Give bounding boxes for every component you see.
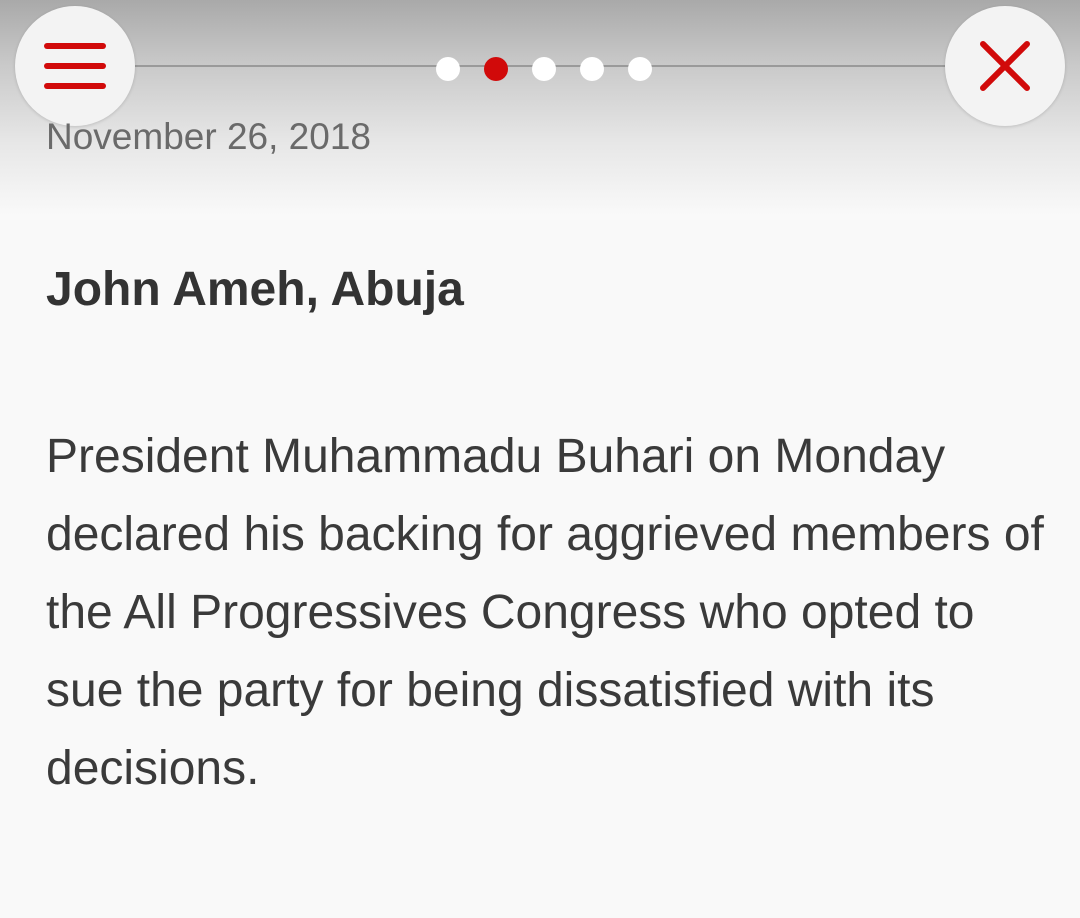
header-fade xyxy=(0,0,1080,215)
article-paragraph: President Muhammadu Buhari on Monday dec… xyxy=(46,430,1044,795)
page-dot-1[interactable] xyxy=(436,57,460,81)
article-date: November 26, 2018 xyxy=(46,116,371,157)
page-dot-4[interactable] xyxy=(580,57,604,81)
close-x-icon xyxy=(980,41,1030,91)
menu-button[interactable] xyxy=(15,6,135,126)
page-dot-5[interactable] xyxy=(628,57,652,81)
hamburger-menu-icon xyxy=(44,43,106,89)
article-byline: John Ameh, Abuja xyxy=(46,263,464,316)
page-dot-3[interactable] xyxy=(532,57,556,81)
close-button[interactable] xyxy=(945,6,1065,126)
page-dot-2[interactable] xyxy=(484,57,508,81)
page-indicator xyxy=(436,57,652,81)
